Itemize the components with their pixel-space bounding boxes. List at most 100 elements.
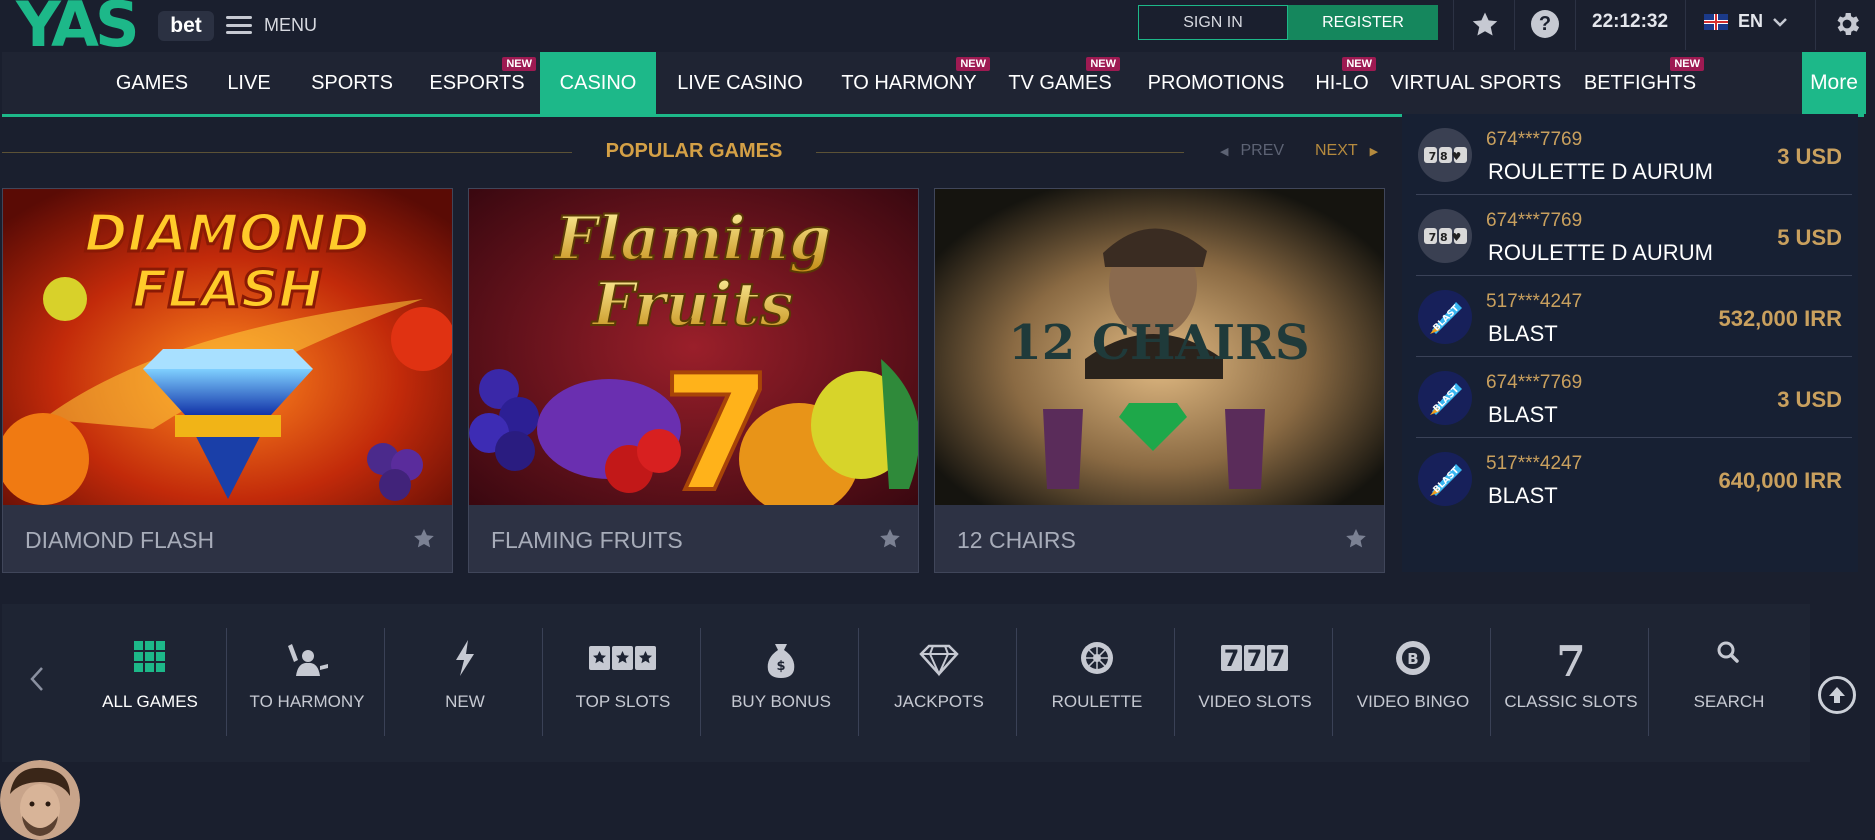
caret-right-icon: ▶ [1369,146,1379,158]
favorite-star-icon[interactable] [412,527,436,551]
chevron-left-icon[interactable] [26,664,50,694]
category-label: BUY BONUS [731,692,831,711]
new-badge: NEW [1086,57,1120,71]
art-title: 12 CHAIRS [1008,315,1309,371]
language-selector[interactable]: EN [1704,11,1787,32]
svg-text:B: B [1407,650,1418,668]
help-icon[interactable]: ? [1531,10,1559,38]
nav-esports[interactable]: ESPORTS NEW [420,52,536,114]
category-search[interactable]: SEARCH [1651,628,1807,736]
winner-game: BLAST [1488,402,1558,427]
svg-text:7: 7 [1270,647,1285,672]
art-title: DIAMOND [84,204,369,264]
scroll-to-top-button[interactable] [1818,676,1856,714]
game-card-flaming-fruits[interactable]: 7 Flaming Fruits FLAMING FRUITS [468,188,919,573]
category-jackpots[interactable]: JACKPOTS [861,628,1017,736]
prev-button[interactable]: ◀ PREV [1220,142,1284,160]
nav-games[interactable]: GAMES [100,52,204,114]
winner-amount: 5 USD [1777,225,1842,250]
category-roulette[interactable]: ROULETTE [1019,628,1175,736]
game-title: 12 CHAIRS [957,527,1076,553]
gear-icon[interactable] [1832,9,1862,39]
game-thumbnail[interactable]: DIAMOND FLASH [3,189,452,505]
game-thumbnail[interactable]: 12 CHAIRS [935,189,1384,505]
game-thumbnail[interactable]: 7 Flaming Fruits [469,189,918,505]
svg-text:7: 7 [1247,647,1262,672]
juggler-icon [284,636,330,680]
star-icon[interactable] [1470,10,1500,40]
logo-suffix: bet [158,11,214,41]
diamond-icon [916,636,962,680]
game-card-12-chairs[interactable]: 12 CHAIRS 12 CHAIRS [934,188,1385,573]
category-buy-bonus[interactable]: $ BUY BONUS [703,628,859,736]
triple-seven-icon: 777 [1220,636,1290,680]
recent-winners-panel: 7 8 ♥ 674***7769 ROULETTE D AURUM 3 USD … [1402,114,1858,572]
category-video-bingo[interactable]: B VIDEO BINGO [1335,628,1491,736]
winner-row[interactable]: 7 8 ♥ 674***7769 ROULETTE D AURUM 3 USD [1416,114,1852,195]
game-card-diamond-flash[interactable]: DIAMOND FLASH DIAMOND FLASH [2,188,453,573]
winner-row[interactable]: BLAST 517***4247 BLAST 532,000 IRR [1416,276,1852,357]
nav-live-casino[interactable]: LIVE CASINO [666,52,814,114]
favorite-star-icon[interactable] [1344,527,1368,551]
divider [226,628,227,736]
nav-hi-lo[interactable]: HI-LO NEW [1310,52,1376,114]
favorite-star-icon[interactable] [878,527,902,551]
divider [816,152,1184,153]
category-to-harmony[interactable]: TO HARMONY [229,628,385,736]
new-badge: NEW [502,57,536,71]
category-new[interactable]: NEW [387,628,543,736]
register-button[interactable]: REGISTER [1288,5,1438,40]
clock: 22:12:32 [1592,11,1669,32]
winner-game: ROULETTE D AURUM [1488,159,1713,184]
divider [858,628,859,736]
nav-live[interactable]: LIVE [214,52,284,114]
category-label: VIDEO SLOTS [1198,692,1312,711]
nav-betfights[interactable]: BETFIGHTS NEW [1578,52,1704,114]
category-all-games[interactable]: ALL GAMES [72,628,228,736]
hamburger-icon [226,16,252,34]
divider [542,628,543,736]
winner-username: 517***4247 [1486,453,1583,474]
roulette-wheel-icon [1074,636,1120,680]
divider [384,628,385,736]
bingo-ball-icon: B [1390,636,1436,680]
nav-sports[interactable]: SPORTS [300,52,404,114]
svg-text:7 8 ♥: 7 8 ♥ [1429,231,1462,244]
language-label: EN [1738,11,1764,31]
divider [1648,628,1649,736]
nav-to-harmony[interactable]: TO HARMONY NEW [830,52,990,114]
support-avatar[interactable] [0,760,80,840]
category-label: CLASSIC SLOTS [1504,692,1638,711]
money-bag-icon: $ [758,636,804,680]
divider [1332,628,1333,736]
next-button[interactable]: NEXT ▶ [1315,142,1378,160]
winner-amount: 3 USD [1777,144,1842,169]
section-title: POPULAR GAMES [605,140,783,162]
category-label: ROULETTE [1051,692,1143,711]
svg-text:7: 7 [1224,647,1239,672]
svg-text:7: 7 [1556,637,1585,680]
new-badge: NEW [956,57,990,71]
menu-button[interactable]: MENU [226,10,317,40]
winner-row[interactable]: 7 8 ♥ 674***7769 ROULETTE D AURUM 5 USD [1416,195,1852,276]
nav-casino[interactable]: CASINO [540,52,656,114]
category-top-slots[interactable]: TOP SLOTS [545,628,701,736]
blast-rocket-icon: BLAST [1418,290,1472,344]
seven-graphic: 7 [661,340,772,505]
winner-username: 517***4247 [1486,291,1583,312]
nav-virtual-sports[interactable]: VIRTUAL SPORTS [1390,52,1562,114]
winner-game: BLAST [1488,321,1558,346]
divider [1575,0,1576,50]
site-logo[interactable]: YAS bet [12,0,214,61]
category-classic-slots[interactable]: 7 CLASSIC SLOTS [1493,628,1649,736]
sign-in-button[interactable]: SIGN IN [1138,5,1288,40]
winner-row[interactable]: BLAST 517***4247 BLAST 640,000 IRR [1416,438,1852,518]
category-video-slots[interactable]: 777 VIDEO SLOTS [1177,628,1333,736]
winner-username: 674***7769 [1486,210,1583,231]
new-badge: NEW [1670,57,1704,71]
winner-game: BLAST [1488,483,1558,508]
nav-more-button[interactable]: More [1802,52,1866,114]
nav-tv-games[interactable]: TV GAMES NEW [1002,52,1120,114]
nav-promotions[interactable]: PROMOTIONS [1136,52,1296,114]
winner-row[interactable]: BLAST 674***7769 BLAST 3 USD [1416,357,1852,438]
